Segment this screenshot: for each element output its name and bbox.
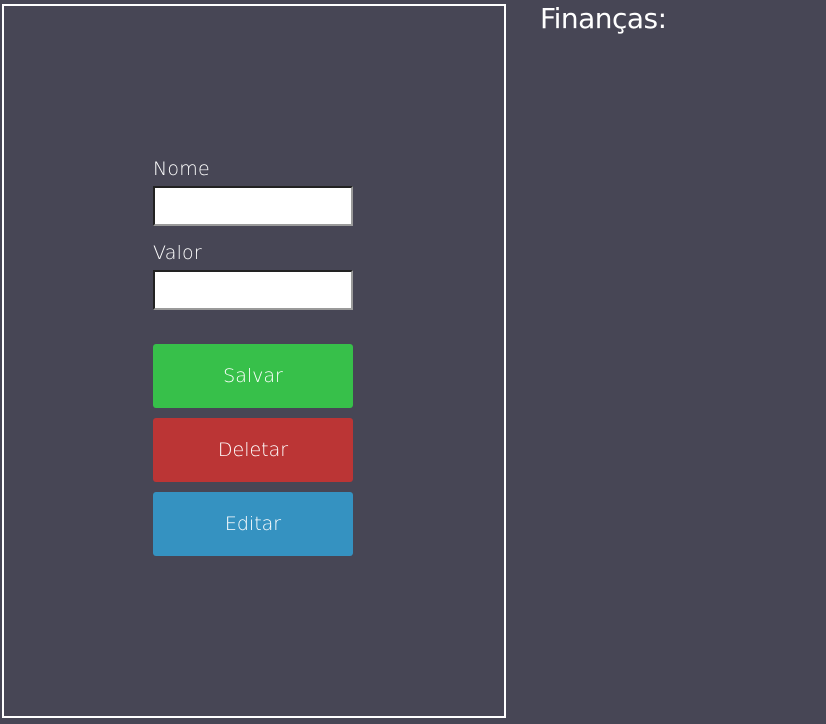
finance-title: Finanças:: [540, 2, 667, 35]
page: Nome Valor Salvar Deletar Editar Finança…: [0, 0, 826, 724]
name-label: Nome: [153, 158, 210, 180]
delete-button[interactable]: Deletar: [153, 418, 353, 482]
edit-button[interactable]: Editar: [153, 492, 353, 556]
value-input[interactable]: [153, 270, 353, 310]
name-input[interactable]: [153, 186, 353, 226]
save-button[interactable]: Salvar: [153, 344, 353, 408]
form-panel: Nome Valor Salvar Deletar Editar: [2, 4, 506, 718]
value-label: Valor: [153, 242, 202, 264]
